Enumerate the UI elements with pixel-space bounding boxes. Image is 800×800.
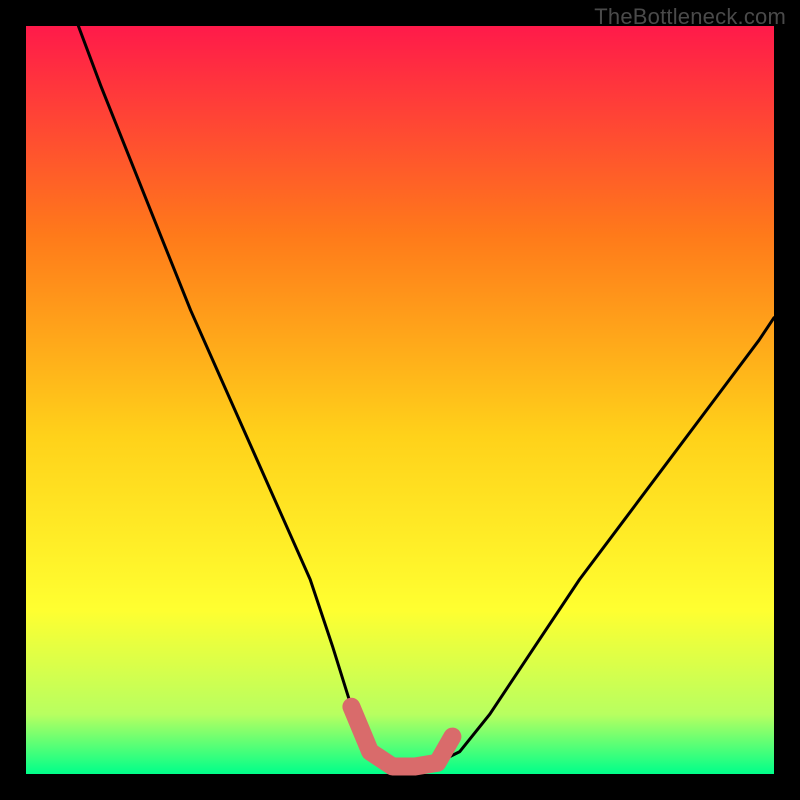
chart-svg xyxy=(0,0,800,800)
watermark-text: TheBottleneck.com xyxy=(594,4,786,30)
plot-background xyxy=(26,26,774,774)
chart-stage: TheBottleneck.com xyxy=(0,0,800,800)
